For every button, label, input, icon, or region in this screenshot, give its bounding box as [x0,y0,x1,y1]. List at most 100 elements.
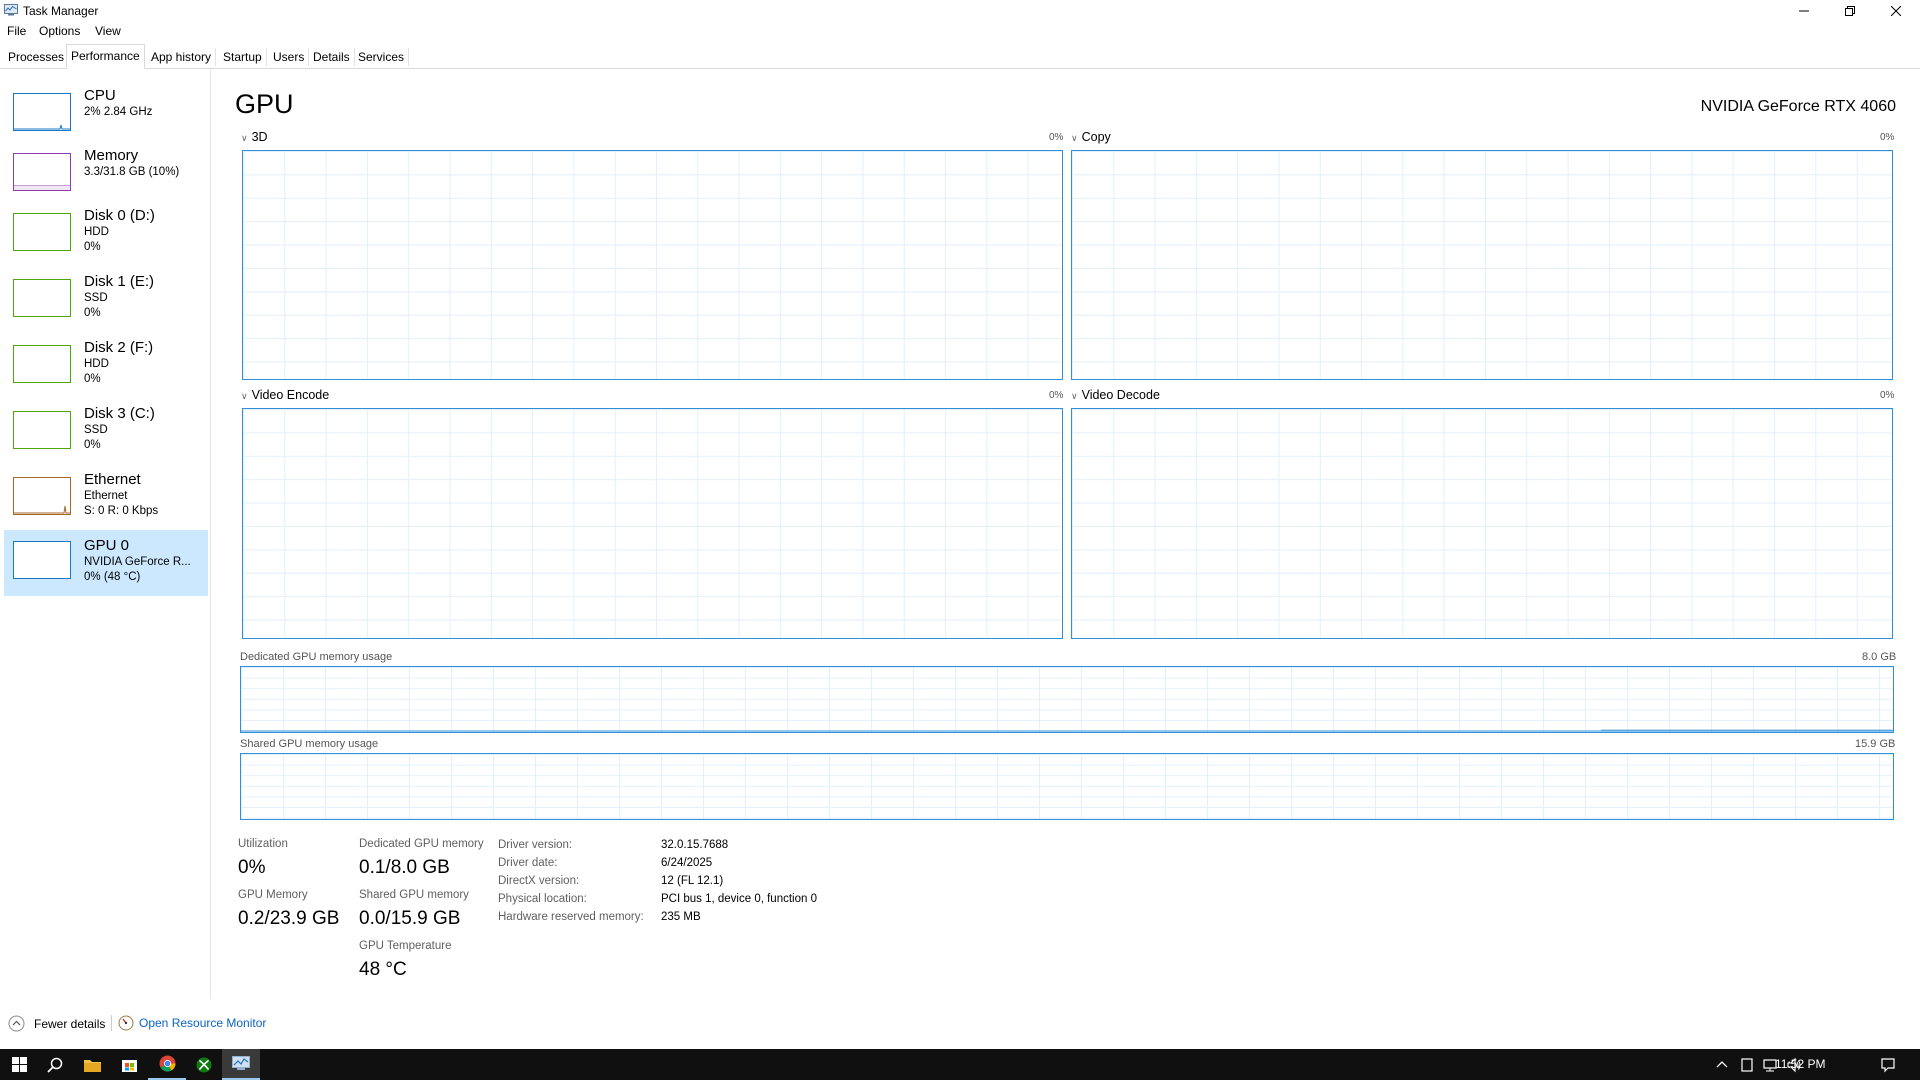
sidebar-item-disk-2[interactable]: Disk 2 (F:) HDD 0% [4,338,208,404]
tab-performance[interactable]: Performance [66,44,145,69]
shared-memory-max: 15.9 GB [1855,738,1896,750]
start-icon [11,1057,27,1072]
shared-memory-label: Shared GPU memory usage [240,738,379,750]
chevron-down-icon: ∨ [1071,133,1078,143]
tab-users[interactable]: Users [269,48,310,66]
sidebar-item-disk-3[interactable]: Disk 3 (C:) SSD 0% [4,404,208,470]
driver-version-value: 32.0.15.7688 [661,839,729,851]
footer-divider [111,1015,112,1031]
sidebar-item-gpu-0[interactable]: GPU 0 NVIDIA GeForce R... 0% (48 °C) [4,530,208,596]
memory-thumbnail-graph [13,153,71,191]
minimize-icon [1799,10,1809,12]
graph-shared-memory [240,753,1894,820]
minimize-button[interactable] [1781,0,1827,22]
gpu-memory-value: 0.2/23.9 GB [238,908,340,929]
engine-selector-video-encode[interactable]: ∨ Video Encode [241,388,329,402]
taskbar: 11:52 PM [0,1049,1920,1080]
sidebar-item-name: Disk 1 (E:) [84,273,155,290]
sidebar-item-name: Memory [84,147,139,164]
sidebar-item-name: GPU 0 [84,537,130,554]
hardware-reserved-memory-label: Hardware reserved memory: [498,911,644,923]
sidebar-item-throughput: S: 0 R: 0 Kbps [84,505,159,517]
sidebar-item-disk-1[interactable]: Disk 1 (E:) SSD 0% [4,272,208,338]
graph-copy [1071,150,1893,380]
taskbar-app-chrome[interactable] [148,1049,186,1080]
graph-video-encode [242,408,1063,639]
tab-startup[interactable]: Startup [219,48,267,66]
physical-location-label: Physical location: [498,893,587,905]
sidebar-item-name: Disk 2 (F:) [84,339,154,356]
sidebar-item-memory[interactable]: Memory 3.3/31.8 GB (10%) [4,146,208,212]
tab-details[interactable]: Details [309,48,355,66]
engine-selector-copy[interactable]: ∨ Copy [1071,130,1111,144]
resource-monitor-icon [118,1015,134,1031]
driver-version-label: Driver version: [498,839,573,851]
engine-label: Copy [1081,130,1111,144]
taskbar-app-store[interactable] [110,1049,148,1080]
disk-thumbnail-graph [13,279,71,317]
sidebar-item-detail: 2% 2.84 GHz [84,106,153,118]
taskbar-app-task-manager[interactable] [222,1049,260,1080]
chevron-up-icon[interactable] [1714,1057,1730,1073]
engine-label: Video Encode [251,388,330,402]
close-icon [1891,6,1901,16]
restore-button[interactable] [1827,0,1873,22]
sidebar-item-name: Ethernet [84,471,141,488]
tab-services[interactable]: Services [354,48,410,66]
engine-selector-3d[interactable]: ∨ 3D [241,130,268,144]
search-button[interactable] [36,1049,74,1080]
sidebar-item-type: SSD [84,292,108,304]
menu-options[interactable]: Options [39,24,80,38]
taskbar-clock[interactable]: 11:52 PM [1775,1057,1825,1071]
chevron-down-icon: ∨ [241,133,248,143]
sidebar-item-cpu[interactable]: CPU 2% 2.84 GHz [4,86,208,152]
graph-video-decode [1071,408,1893,639]
shared-gpu-memory-value: 0.0/15.9 GB [359,908,461,929]
fewer-details-button[interactable]: Fewer details [8,1015,105,1032]
open-resource-monitor-link[interactable]: Open Resource Monitor [118,1015,266,1031]
shared-gpu-memory-label: Shared GPU memory [359,889,469,901]
tab-bar: Processes Performance App history Startu… [0,44,1920,69]
fewer-details-label: Fewer details [34,1016,106,1031]
tab-processes[interactable]: Processes [4,48,70,66]
task-manager-icon [232,1056,250,1070]
engine-percent: 0% [1880,132,1895,143]
footer-bar: Fewer details Open Resource Monitor [0,1012,1920,1038]
taskbar-app-file-explorer[interactable] [73,1049,111,1080]
physical-location-value: PCI bus 1, device 0, function 0 [661,893,817,905]
gpu-memory-label: GPU Memory [238,889,308,901]
sidebar-item-type: SSD [84,424,108,436]
sidebar-item-detail: 3.3/31.8 GB (10%) [84,166,180,178]
chevron-down-icon: ∨ [241,391,248,401]
engine-percent: 0% [1880,390,1895,401]
engine-percent: 0% [1049,390,1064,401]
sidebar-item-ethernet[interactable]: Ethernet Ethernet S: 0 R: 0 Kbps [4,470,208,536]
notification-icon[interactable] [1880,1057,1896,1073]
disk-thumbnail-graph [13,213,71,251]
graph-dedicated-memory [240,666,1894,733]
sidebar-item-type: HDD [84,226,109,238]
sidebar-item-model: NVIDIA GeForce R... [84,556,191,568]
close-button[interactable] [1873,0,1919,22]
disk-thumbnail-graph [13,345,71,383]
cpu-thumbnail-graph [13,93,71,131]
xbox-icon [196,1057,212,1072]
sidebar-item-type: HDD [84,358,109,370]
chevron-up-circle-icon [8,1015,25,1032]
title-bar: Task Manager [0,0,1920,22]
directx-version-value: 12 (FL 12.1) [661,875,724,887]
menu-view[interactable]: View [95,24,121,38]
menu-file[interactable]: File [7,24,26,38]
sidebar-item-name: CPU [84,87,116,104]
sidebar-item-usage: 0% (48 °C) [84,571,141,583]
tab-app-history[interactable]: App history [147,48,217,66]
tablet-icon[interactable] [1739,1057,1755,1073]
restore-icon [1845,6,1855,16]
dedicated-gpu-memory-label: Dedicated GPU memory [359,838,484,850]
chevron-down-icon: ∨ [1071,391,1078,401]
sidebar-item-disk-0[interactable]: Disk 0 (D:) HDD 0% [4,206,208,272]
engine-selector-video-decode[interactable]: ∨ Video Decode [1071,388,1160,402]
start-button[interactable] [0,1049,38,1080]
taskbar-app-xbox[interactable] [185,1049,223,1080]
file-explorer-icon [83,1059,101,1072]
